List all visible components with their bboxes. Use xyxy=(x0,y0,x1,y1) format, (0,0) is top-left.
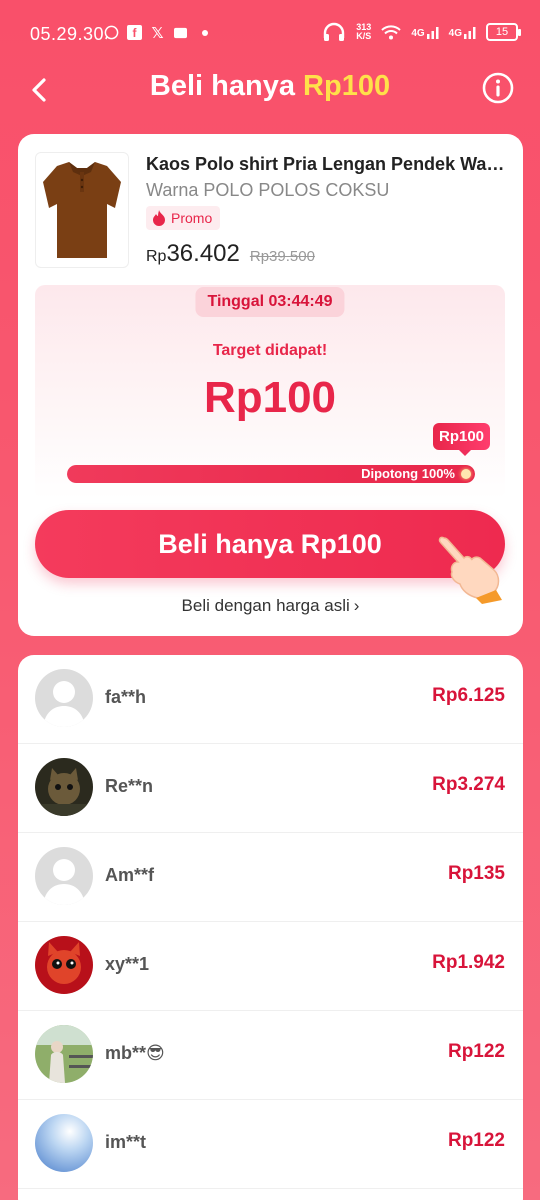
helper-row: fa**h Rp6.125 xyxy=(18,655,523,744)
page-title: Beli hanya Rp100 xyxy=(0,70,540,103)
price-now: 36.402 xyxy=(166,240,240,267)
wallet-icon xyxy=(174,27,187,39)
status-time: 05.29.30 xyxy=(30,24,105,44)
product-name: Kaos Polo shirt Pria Lengan Pendek Warna xyxy=(146,154,506,174)
more-notifications-dot xyxy=(202,29,208,36)
helper-row: xy**1 Rp1.942 xyxy=(18,922,523,1011)
avatar xyxy=(35,669,93,727)
avatar xyxy=(35,936,93,994)
avatar xyxy=(35,847,93,905)
helpers-list: fa**h Rp6.125 Re**n Rp3.274 Am**f Rp135 xy**1 R… xyxy=(18,655,523,1200)
promo-label: Promo xyxy=(171,210,213,226)
x-icon: 𝕏 xyxy=(151,24,164,42)
signal-4g-1: 4G xyxy=(411,25,439,39)
progress-text: Dipotong 100% xyxy=(361,466,455,481)
progress-fill: Dipotong 100% xyxy=(67,465,475,483)
buy-original-label: Beli dengan harga asli xyxy=(181,596,350,615)
helper-amount: Rp122 xyxy=(447,1130,505,1151)
price-currency: Rp xyxy=(146,248,167,265)
notification-icons: f 𝕏 xyxy=(104,24,208,42)
promo-badge: Promo xyxy=(146,206,221,230)
target-amount: Rp100 xyxy=(203,373,337,422)
info-icon xyxy=(482,72,514,104)
helper-name: xy**1 xyxy=(105,954,150,974)
price-original: Rp39.500 xyxy=(249,248,315,265)
target-reached-label: Target didapat! xyxy=(212,342,328,359)
signal-bars-icon xyxy=(464,27,476,39)
product-variant: Warna POLO POLOS COKSU xyxy=(146,180,390,200)
helper-amount: Rp122 xyxy=(447,1041,505,1062)
page-header: Beli hanya Rp100 xyxy=(0,68,540,112)
network-speed: 313 K/S xyxy=(356,22,372,41)
helper-amount: Rp135 xyxy=(447,863,505,884)
whatsapp-icon xyxy=(104,25,119,40)
discount-progress-bar: Dipotong 100% xyxy=(67,465,475,483)
system-icons: 313 K/S 4G 4G 15 xyxy=(322,22,521,42)
title-price: Rp100 xyxy=(303,70,391,102)
headphones-icon xyxy=(324,22,345,41)
helper-name: im**t xyxy=(105,1132,147,1152)
helper-name: Am**f xyxy=(105,865,155,885)
avatar xyxy=(35,758,93,816)
info-button[interactable] xyxy=(482,72,514,104)
progress-bubble: Rp100 xyxy=(433,423,491,456)
progress-knob xyxy=(461,469,471,479)
title-text: Beli hanya xyxy=(149,70,304,102)
helper-row: Re**n Rp3.274 xyxy=(18,744,523,833)
network-type-2: 4G xyxy=(448,28,462,39)
helper-name: mb**😎 xyxy=(105,1043,165,1063)
status-bar: 05.29.30 f 𝕏 313 K/S 4G 4G 15 xyxy=(0,0,540,68)
pointing-hand-icon xyxy=(438,536,502,604)
battery-indicator: 15 xyxy=(486,23,521,41)
chevron-right-icon: › xyxy=(353,596,360,615)
fire-icon xyxy=(153,210,165,226)
target-panel: Tinggal 03:44:49 Target didapat! Rp100 R… xyxy=(35,285,505,500)
helper-amount: Rp3.274 xyxy=(432,774,505,795)
helper-name: fa**h xyxy=(105,687,147,707)
helper-row: mb**😎 Rp122 xyxy=(18,1011,523,1100)
signal-4g-2: 4G xyxy=(449,25,476,39)
countdown-timer: Tinggal 03:44:49 xyxy=(195,287,345,317)
wifi-icon xyxy=(381,25,402,40)
price-row: Rp36.402 Rp39.500 xyxy=(146,240,315,268)
polo-shirt-icon xyxy=(43,162,121,258)
buy-for-100-button[interactable]: Beli hanya Rp100 xyxy=(35,510,505,578)
helper-amount: Rp6.125 xyxy=(432,685,505,706)
helper-amount: Rp1.942 xyxy=(432,952,505,973)
helper-row: Am**f Rp135 xyxy=(18,833,523,922)
avatar xyxy=(35,1114,93,1172)
helper-name: Re**n xyxy=(105,776,154,796)
facebook-icon: f xyxy=(127,25,142,40)
buy-original-price-link[interactable]: Beli dengan harga asli › xyxy=(18,596,523,616)
helper-row: im**t Rp122 xyxy=(18,1100,523,1189)
avatar xyxy=(35,1025,93,1083)
signal-bars-icon xyxy=(426,27,439,39)
network-type-1: 4G xyxy=(411,28,425,39)
product-card: Kaos Polo shirt Pria Lengan Pendek Warna… xyxy=(18,134,523,636)
product-image[interactable] xyxy=(35,152,129,268)
price-current: Rp36.402 xyxy=(146,240,240,268)
